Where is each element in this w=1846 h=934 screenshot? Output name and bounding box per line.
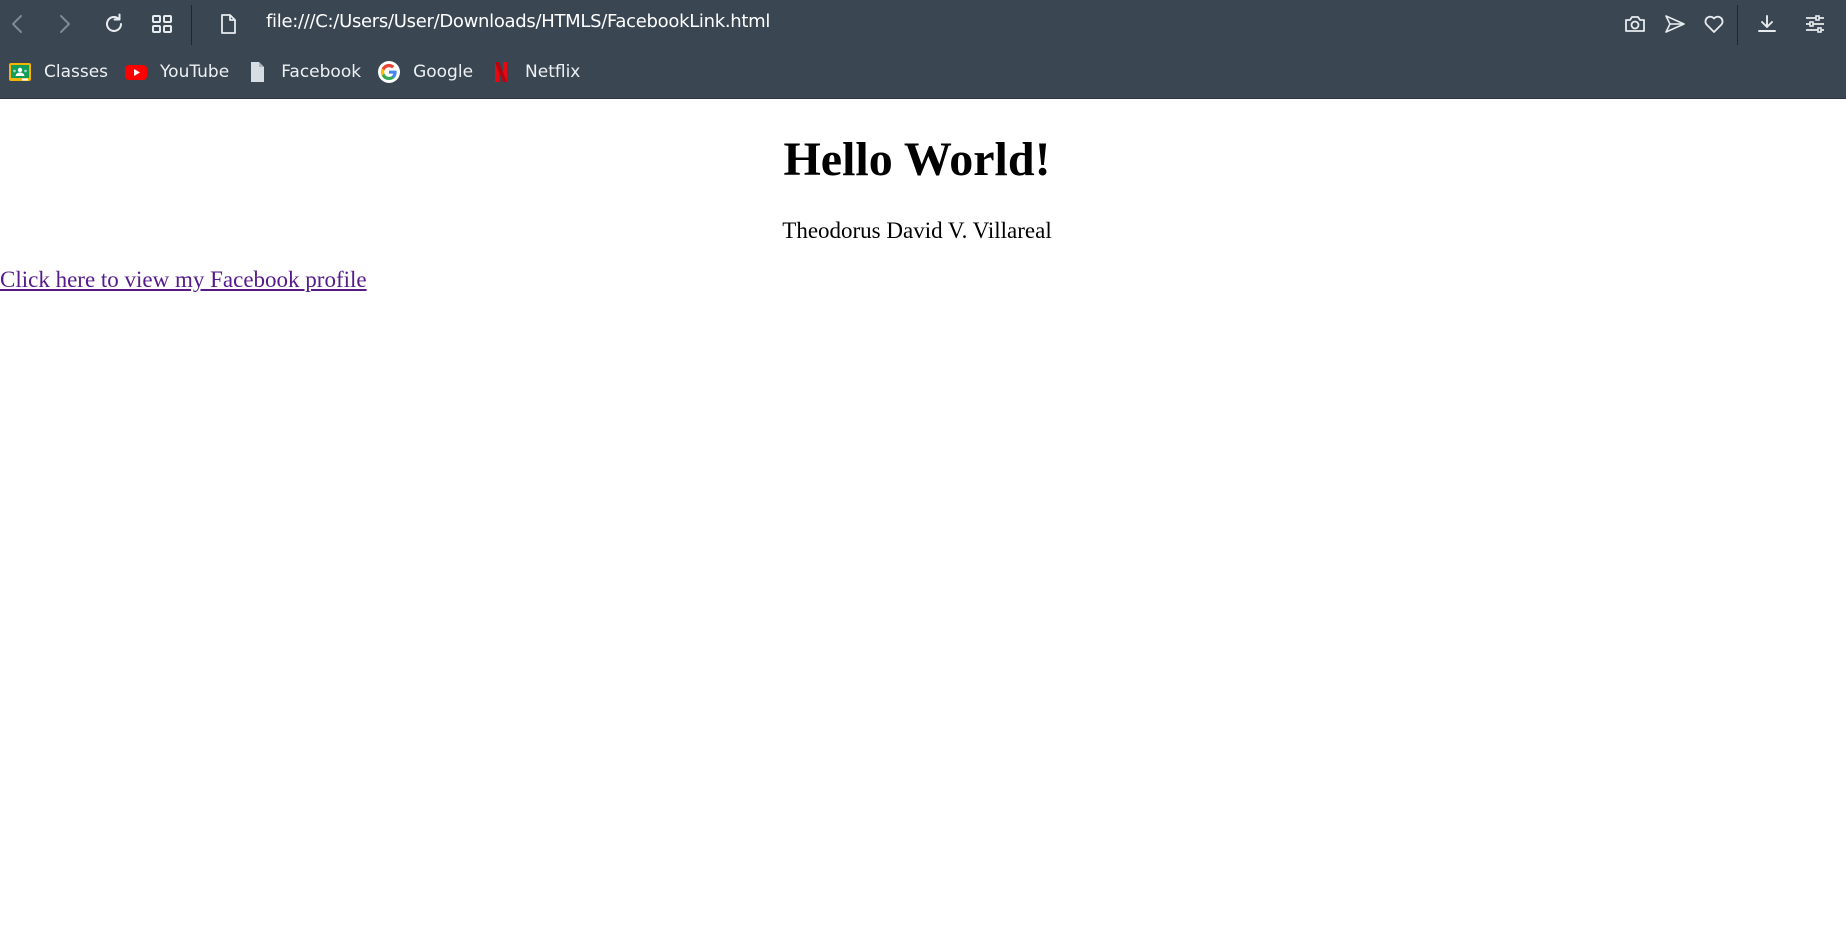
browser-toolbar: file:///C:/Users/User/Downloads/HTMLS/Fa… bbox=[0, 0, 1846, 99]
page-info-button[interactable] bbox=[210, 6, 246, 42]
bookmark-label: Facebook bbox=[281, 62, 362, 82]
document-icon bbox=[245, 60, 269, 84]
file-icon bbox=[221, 14, 236, 34]
bookmark-facebook[interactable]: Facebook bbox=[237, 56, 369, 88]
bookmark-label: YouTube bbox=[160, 62, 230, 82]
reload-icon bbox=[106, 13, 122, 32]
google-icon bbox=[377, 60, 401, 84]
snapshot-button[interactable] bbox=[1617, 6, 1653, 42]
page-heading: Hello World! bbox=[783, 133, 1051, 186]
netflix-icon bbox=[489, 60, 513, 84]
author-name: Theodorus David V. Villareal bbox=[782, 218, 1052, 243]
easy-setup-button[interactable] bbox=[1797, 6, 1833, 42]
toolbar-divider-right bbox=[1737, 5, 1738, 45]
bookmark-google[interactable]: Google bbox=[369, 56, 481, 88]
chevron-left-icon bbox=[12, 15, 22, 33]
downloads-button[interactable] bbox=[1749, 6, 1785, 42]
bookmark-netflix[interactable]: Netflix bbox=[481, 56, 588, 88]
download-icon bbox=[1758, 15, 1776, 32]
heart-icon bbox=[1704, 15, 1724, 33]
google-classroom-icon bbox=[8, 60, 32, 84]
speed-dial-button[interactable] bbox=[144, 6, 180, 42]
youtube-icon bbox=[124, 60, 148, 84]
send-to-flow-button[interactable] bbox=[1657, 6, 1693, 42]
facebook-profile-link[interactable]: Click here to view my Facebook profile bbox=[0, 267, 367, 293]
reload-button[interactable] bbox=[96, 6, 132, 42]
back-button[interactable] bbox=[0, 6, 36, 42]
bookmark-label: Netflix bbox=[525, 62, 581, 82]
camera-icon bbox=[1625, 16, 1645, 32]
bookmark-youtube[interactable]: YouTube bbox=[116, 56, 237, 88]
bookmark-classes[interactable]: Classes bbox=[0, 56, 116, 88]
forward-button[interactable] bbox=[46, 6, 82, 42]
bookmark-label: Google bbox=[413, 62, 474, 82]
chevron-right-icon bbox=[60, 15, 70, 33]
send-icon bbox=[1665, 15, 1685, 33]
url-field[interactable]: file:///C:/Users/User/Downloads/HTMLS/Fa… bbox=[266, 11, 770, 32]
bookmark-label: Classes bbox=[44, 62, 109, 82]
bookmarks-bar: Classes YouTube Facebook Google Netflix bbox=[0, 56, 1846, 88]
grid-icon bbox=[152, 15, 172, 33]
address-bar-row: file:///C:/Users/User/Downloads/HTMLS/Fa… bbox=[0, 0, 1846, 49]
page-viewport: Hello World! Theodorus David V. Villarea… bbox=[0, 100, 1846, 934]
bookmark-heart-button[interactable] bbox=[1696, 6, 1732, 42]
settings-sliders-icon bbox=[1806, 15, 1824, 33]
toolbar-divider bbox=[191, 5, 192, 45]
